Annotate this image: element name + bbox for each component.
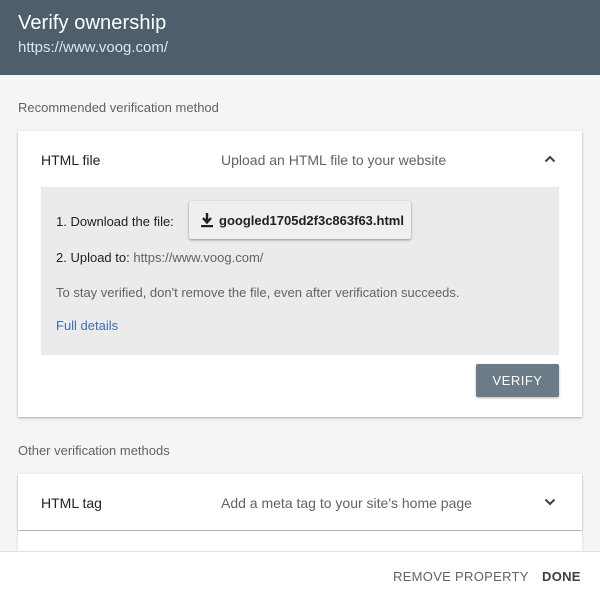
- verify-button[interactable]: VERIFY: [476, 364, 559, 397]
- instructions-panel: 1. Download the file: googled1705d2f3c86…: [41, 187, 559, 355]
- upload-step: 2. Upload to: https://www.voog.com/: [56, 250, 263, 265]
- method-name: HTML tag: [41, 495, 102, 511]
- dialog-header: Verify ownership https://www.voog.com/: [0, 0, 600, 75]
- verification-file-name: googled1705d2f3c863f63.html: [219, 212, 404, 228]
- dialog-footer: REMOVE PROPERTY DONE: [0, 551, 600, 590]
- html-tag-method-card[interactable]: HTML tag Add a meta tag to your site's h…: [18, 474, 582, 530]
- chevron-up-icon[interactable]: [544, 153, 556, 165]
- method-description: Add a meta tag to your site's home page: [221, 495, 472, 511]
- dialog-title: Verify ownership: [18, 12, 167, 34]
- download-icon: [201, 213, 213, 228]
- chevron-down-icon[interactable]: [544, 496, 556, 508]
- done-button[interactable]: DONE: [542, 569, 581, 584]
- method-name: HTML file: [41, 152, 101, 168]
- recommended-section-label: Recommended verification method: [18, 100, 219, 115]
- remove-property-button[interactable]: REMOVE PROPERTY: [393, 569, 529, 584]
- download-step-label: 1. Download the file:: [56, 214, 174, 229]
- html-file-method-header[interactable]: HTML file Upload an HTML file to your we…: [18, 131, 582, 187]
- other-methods-section-label: Other verification methods: [18, 443, 170, 458]
- method-description: Upload an HTML file to your website: [221, 152, 447, 168]
- upload-url: https://www.voog.com/: [133, 250, 264, 265]
- html-tag-method-header[interactable]: HTML tag Add a meta tag to your site's h…: [18, 474, 582, 530]
- full-details-link[interactable]: Full details: [56, 318, 118, 333]
- download-file-button[interactable]: googled1705d2f3c863f63.html: [189, 201, 411, 239]
- html-file-method-card: HTML file Upload an HTML file to your we…: [18, 131, 582, 417]
- upload-step-label: 2. Upload to:: [56, 250, 130, 265]
- stay-verified-note: To stay verified, don't remove the file,…: [56, 285, 460, 300]
- property-url: https://www.voog.com/: [18, 39, 169, 56]
